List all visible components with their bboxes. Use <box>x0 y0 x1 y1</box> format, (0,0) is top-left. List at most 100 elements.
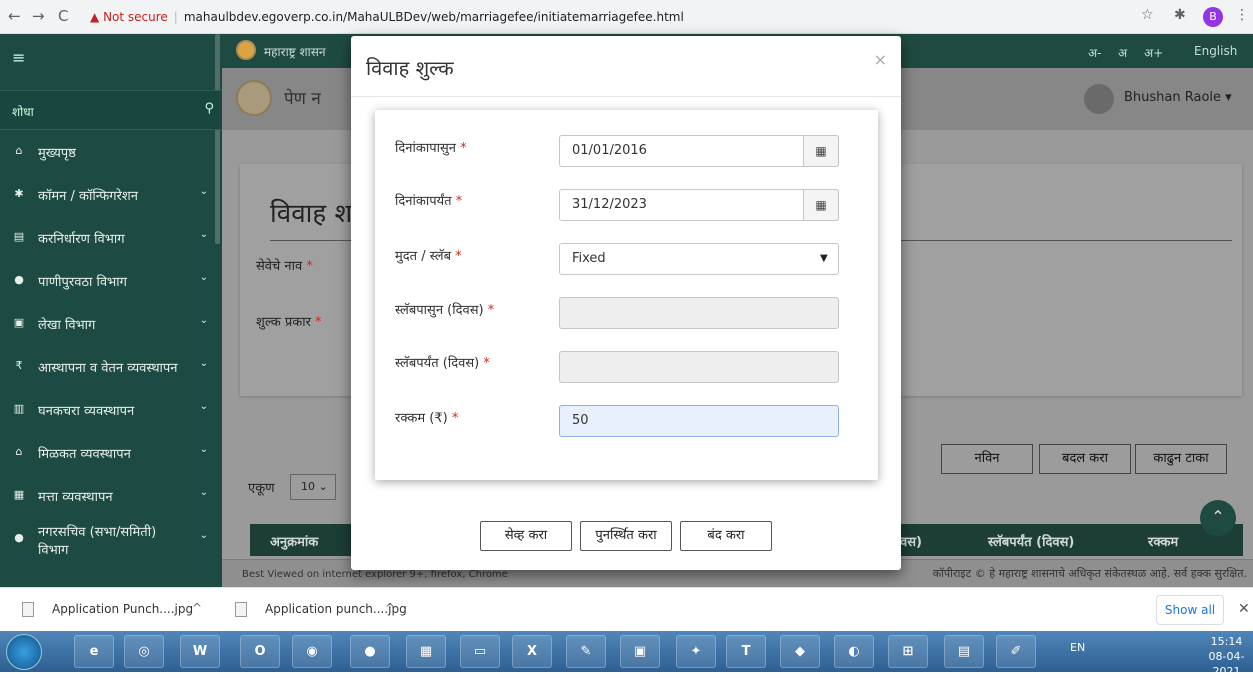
modal-close-icon[interactable]: × <box>874 50 887 69</box>
browser-toolbar: ← → C ▲ Not secure | mahaulbdev.egoverp.co… <box>0 0 1253 34</box>
user-menu[interactable]: Bhushan Raole ▾ <box>1124 90 1232 105</box>
col-slab-to[interactable]: स्लॅबपर्यंत (दिवस) <box>988 532 1074 550</box>
from-date-input[interactable]: 01/01/2016 <box>559 135 839 167</box>
sidebar-item-label: करनिर्धारण विभाग <box>38 232 125 247</box>
paint-app-icon[interactable]: ◐ <box>834 635 874 668</box>
entries-control: एकूण 10 ⌄ <box>248 474 336 500</box>
panel-title: विवाह श <box>270 199 353 229</box>
calendar-icon[interactable]: ▦ <box>803 189 839 221</box>
ie-icon[interactable]: e <box>74 635 114 668</box>
slab-from-label: स्लॅबपासुन (दिवस) * <box>395 303 495 318</box>
scroll-top-button[interactable]: ⌃ <box>1200 500 1236 536</box>
chevron-down-icon: ⌄ <box>199 444 208 455</box>
sidebar-item-label: कॉमन / कॉन्फिगरेशन <box>38 189 138 204</box>
sidebar-item[interactable]: ⌂ मिळकत व्यवस्थापन ⌄ <box>0 434 222 472</box>
waste-icon: ▥ <box>13 402 25 415</box>
sidebar: ≡ शोधा ⚲ ⌂ मुख्यपृष्ठ ✱ कॉमन / कॉन्फिगरेशन ⌄… <box>0 34 222 587</box>
teams-icon[interactable]: T <box>726 635 766 668</box>
globe-icon[interactable]: ◎ <box>124 635 164 668</box>
language-indicator[interactable]: EN <box>1070 641 1085 654</box>
font-decrease[interactable]: अ- <box>1088 44 1102 61</box>
edit-button[interactable]: बदल करा <box>1039 444 1131 474</box>
save-button[interactable]: सेव्ह करा <box>480 521 572 551</box>
download-filename: Application Punch....jpg <box>52 602 194 616</box>
slab-to-input[interactable] <box>559 351 839 383</box>
amount-input[interactable]: 50 <box>559 405 839 437</box>
sidebar-item[interactable]: ▦ मत्ता व्यवस्थापन ⌄ <box>0 477 222 515</box>
forward-icon[interactable]: → <box>32 7 45 25</box>
excel-icon[interactable]: X <box>512 635 552 668</box>
slab-to-label: स्लॅबपर्यंत (दिवस) * <box>395 356 490 371</box>
sidebar-item-label: मुख्यपृष्ठ <box>38 146 76 161</box>
user-avatar[interactable] <box>1084 84 1114 114</box>
image-viewer-icon[interactable]: ▣ <box>620 635 660 668</box>
language-english[interactable]: English <box>1194 44 1237 58</box>
font-increase[interactable]: अ+ <box>1144 44 1163 61</box>
file-icon <box>22 602 34 617</box>
show-all-button[interactable]: Show all <box>1156 595 1224 625</box>
municipality-name: पेण न <box>284 89 321 109</box>
app-icon[interactable]: ▦ <box>406 635 446 668</box>
back-icon[interactable]: ← <box>8 7 21 25</box>
firefox-icon[interactable]: ● <box>350 635 390 668</box>
chevron-up-icon[interactable]: ^ <box>385 601 395 615</box>
slab-from-input[interactable] <box>559 297 839 329</box>
period-select[interactable]: Fixed <box>559 243 839 275</box>
tax-icon: ▤ <box>13 230 25 243</box>
download-item[interactable]: Application punch....jpg ^ <box>225 588 430 632</box>
col-amount[interactable]: रक्कम <box>1148 532 1178 550</box>
sidebar-item[interactable]: ⌂ मुख्यपृष्ठ <box>0 133 222 171</box>
close-icon[interactable]: ✕ <box>1238 601 1250 617</box>
paint-icon[interactable]: ✦ <box>676 635 716 668</box>
sidebar-search[interactable]: शोधा ⚲ <box>0 90 222 130</box>
sidebar-item[interactable]: ₹ आस्थापना व वेतन व्यवस्थापन ⌄ <box>0 348 222 386</box>
sidebar-item[interactable]: ● पाणीपुरवठा विभाग ⌄ <box>0 262 222 300</box>
sidebar-item[interactable]: ✱ कॉमन / कॉन्फिगरेशन ⌄ <box>0 176 222 214</box>
word-icon[interactable]: W <box>180 635 220 668</box>
sidebar-item[interactable]: ▤ करनिर्धारण विभाग ⌄ <box>0 219 222 257</box>
bookmark-star-icon[interactable]: ☆ <box>1141 7 1154 23</box>
calculator-icon[interactable]: ▤ <box>944 635 984 668</box>
sidebar-item[interactable]: ▥ घनकचरा व्यवस्थापन ⌄ <box>0 391 222 429</box>
explorer-icon[interactable]: ▭ <box>460 635 500 668</box>
chevron-down-icon: ⌄ <box>199 487 208 498</box>
col-serial[interactable]: अनुक्रमांक <box>270 532 318 550</box>
paint-brush-icon[interactable]: ✐ <box>996 635 1036 668</box>
font-normal[interactable]: अ <box>1118 44 1127 61</box>
to-date-input[interactable]: 31/12/2023 <box>559 189 839 221</box>
downloads-bar: Application Punch....jpg ^ Application p… <box>0 587 1253 631</box>
user-icon: ● <box>14 531 24 544</box>
sidebar-item-label: मिळकत व्यवस्थापन <box>38 447 131 462</box>
entries-select[interactable]: 10 ⌄ <box>290 474 336 500</box>
url-text: mahaulbdev.egoverp.co.in/MahaULBDev/web/… <box>183 10 684 24</box>
outlook-icon[interactable]: O <box>240 635 280 668</box>
delete-button[interactable]: काढुन टाका <box>1135 444 1227 474</box>
sidebar-item[interactable]: ▣ लेखा विभाग ⌄ <box>0 305 222 343</box>
chevron-down-icon: ▼ <box>820 253 828 264</box>
chevron-down-icon: ⌄ <box>199 530 208 541</box>
download-item[interactable]: Application Punch....jpg ^ <box>12 588 217 632</box>
chrome-icon[interactable]: ◉ <box>292 635 332 668</box>
chevron-up-icon[interactable]: ^ <box>192 601 202 615</box>
fee-type-label: शुल्क प्रकार * <box>256 315 322 330</box>
network-icon[interactable]: ⊞ <box>888 635 928 668</box>
system-clock[interactable]: 15:14 08-04-2021 <box>1200 634 1253 679</box>
windows-taskbar: e ◎ W O ◉ ● ▦ ▭ X ✎ ▣ ✦ T ◆ ◐ ⊞ ▤ ✐ EN 1… <box>0 631 1253 678</box>
close-button[interactable]: बंद करा <box>680 521 772 551</box>
col-slab-from[interactable]: वस) <box>900 532 922 550</box>
calendar-icon[interactable]: ▦ <box>803 135 839 167</box>
profile-avatar[interactable]: B <box>1203 7 1223 27</box>
start-button[interactable] <box>6 634 42 670</box>
reload-icon[interactable]: C <box>58 7 68 25</box>
notepad-icon[interactable]: ✎ <box>566 635 606 668</box>
address-bar[interactable]: ▲ Not secure | mahaulbdev.egoverp.co.in/Ma… <box>90 5 1190 29</box>
menu-kebab-icon[interactable]: ⋮ <box>1235 7 1249 23</box>
hamburger-icon[interactable]: ≡ <box>12 48 25 67</box>
amount-label: रक्कम (₹) * <box>395 411 459 426</box>
media-icon[interactable]: ◆ <box>780 635 820 668</box>
reset-button[interactable]: पुनर्स्थित करा <box>580 521 672 551</box>
entries-label: एकूण <box>248 481 275 496</box>
new-button[interactable]: नविन <box>941 444 1033 474</box>
sidebar-item[interactable]: ● नगरसचिव (सभा/समिती) विभाग ⌄ <box>0 520 222 558</box>
extensions-icon[interactable]: ✱ <box>1174 7 1186 23</box>
